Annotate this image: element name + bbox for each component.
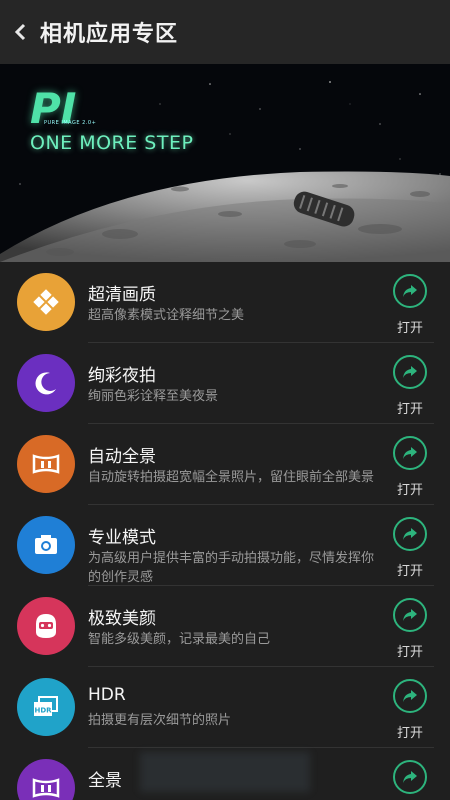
open-button[interactable]: 打开 (390, 679, 430, 741)
open-label: 打开 (396, 645, 423, 660)
crescent-moon-icon (17, 354, 75, 412)
share-arrow-icon (393, 517, 427, 551)
diamond-grid-icon (17, 273, 75, 331)
item-title: 全景 (88, 771, 122, 791)
share-arrow-icon (393, 274, 427, 308)
list-item[interactable]: 自动全景 自动旋转拍摄超宽幅全景照片，留住眼前全部美景 打开 (0, 424, 450, 505)
list-item[interactable]: 极致美颜 智能多级美颜，记录最美的自己 打开 (0, 586, 450, 667)
share-arrow-icon (393, 760, 427, 794)
list-item[interactable]: 超清画质 超高像素模式诠释细节之美 打开 (0, 262, 450, 343)
open-label: 打开 (396, 483, 423, 498)
item-title: HDR (88, 685, 126, 705)
page-title: 相机应用专区 (40, 22, 179, 47)
open-button[interactable]: 打开 (390, 355, 430, 417)
item-title: 绚彩夜拍 (88, 366, 156, 386)
camera-icon (17, 516, 75, 574)
item-description: 超高像素模式诠释细节之美 (88, 308, 245, 323)
banner-tagline: ONE MORE STEP (30, 132, 194, 154)
title-bar: 相机应用专区 (0, 0, 450, 64)
list-item[interactable]: 绚彩夜拍 绚丽色彩诠释至美夜景 打开 (0, 343, 450, 424)
panorama-icon (17, 435, 75, 493)
svg-text:HDR: HDR (34, 707, 52, 715)
face-icon (17, 597, 75, 655)
item-title: 自动全景 (88, 447, 156, 467)
panorama-icon (17, 759, 75, 800)
open-button[interactable]: 打开 (390, 436, 430, 498)
camera-app-list: 超清画质 超高像素模式诠释细节之美 打开 绚彩夜拍 绚丽色彩诠释至美夜景 打开 … (0, 262, 450, 800)
logo-subtitle: PURE IMAGE 2.0+ (44, 120, 97, 126)
list-item[interactable]: 专业模式 为高级用户提供丰富的手动拍摄功能，尽情发挥你的创作灵感 打开 (0, 505, 450, 586)
item-title: 超清画质 (88, 285, 156, 305)
item-description: 为高级用户提供丰富的手动拍摄功能，尽情发挥你的创作灵感 (88, 551, 375, 585)
item-description: 绚丽色彩诠释至美夜景 (88, 389, 219, 404)
back-button[interactable] (0, 0, 40, 64)
share-arrow-icon (393, 355, 427, 389)
item-title: 极致美颜 (88, 609, 156, 629)
share-arrow-icon (393, 436, 427, 470)
open-button[interactable]: 打开 (390, 274, 430, 336)
item-description: 拍摄更有层次细节的照片 (88, 713, 232, 728)
open-button[interactable]: 打开 (390, 517, 430, 579)
hdr-icon: HDR (17, 678, 75, 736)
item-description: 智能多级美颜，记录最美的自己 (88, 632, 271, 647)
item-title: 专业模式 (88, 528, 156, 548)
open-label: 打开 (396, 726, 423, 741)
open-button[interactable]: 打开 (390, 598, 430, 660)
share-arrow-icon (393, 679, 427, 713)
item-description: 自动旋转拍摄超宽幅全景照片，留住眼前全部美景 (88, 470, 375, 485)
promo-banner[interactable]: PI PURE IMAGE 2.0+ ONE MORE STEP (0, 64, 450, 262)
chevron-left-icon (14, 23, 26, 41)
open-label: 打开 (396, 402, 423, 417)
share-arrow-icon (393, 598, 427, 632)
list-item[interactable]: HDR HDR 拍摄更有层次细节的照片 打开 (0, 667, 450, 748)
open-label: 打开 (396, 321, 423, 336)
open-label: 打开 (396, 564, 423, 579)
pure-image-logo: PI PURE IMAGE 2.0+ ONE MORE STEP (30, 88, 194, 155)
blurred-overlay (140, 752, 310, 792)
open-button[interactable]: 打开 (390, 760, 430, 800)
